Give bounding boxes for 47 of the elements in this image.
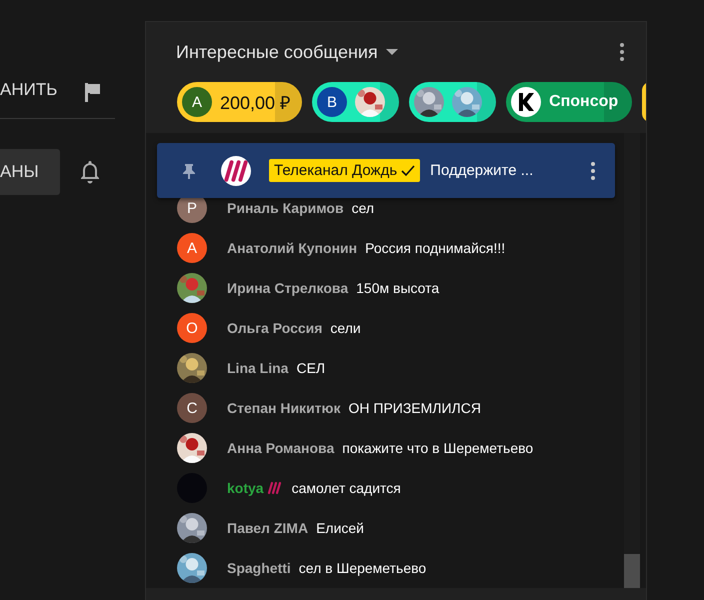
message-text: Поддержите ... — [430, 162, 534, 179]
message-text: Россия поднимайся!!! — [365, 240, 506, 256]
more-icon[interactable] — [591, 162, 595, 180]
author-name[interactable]: Ольга Россия — [227, 320, 322, 336]
avatar: B — [317, 87, 348, 117]
message-text: СЕЛ — [296, 360, 326, 376]
scrollbar-thumb[interactable] — [624, 554, 640, 588]
pinned-message[interactable]: Телеканал Дождь Поддержите ... — [157, 143, 615, 198]
author-name[interactable]: Риналь Каримов — [227, 200, 344, 216]
member-badge-icon — [266, 480, 284, 496]
avatar: A — [182, 87, 212, 117]
subscribe-button[interactable]: АНЫ — [0, 149, 60, 195]
author-name[interactable]: Lina Lina — [227, 360, 288, 376]
author-name[interactable]: Степан Никитюк — [227, 400, 340, 416]
channel-logo-icon — [221, 156, 251, 186]
author-name[interactable]: Анна Романова — [227, 440, 334, 456]
amount-text: 200,00 ₽ — [220, 92, 290, 114]
author-name[interactable]: Spaghetti — [227, 560, 291, 576]
message-text: 150м высота — [356, 280, 440, 296]
message-text: сели — [330, 320, 361, 336]
avatar: А — [177, 233, 207, 263]
bell-icon[interactable] — [79, 159, 101, 185]
caret-icon[interactable] — [386, 49, 398, 55]
message-text: самолет садится — [292, 480, 401, 496]
author-name[interactable]: kotya — [227, 480, 264, 496]
donation-chip[interactable]: A 200,00 ₽ — [177, 82, 302, 122]
avatar: С — [177, 393, 207, 423]
save-label[interactable]: АНИТЬ — [0, 80, 58, 100]
message-text: ОН ПРИЗЕМЛИЛСЯ — [348, 400, 481, 416]
author-name[interactable]: Анатолий Купонин — [227, 240, 358, 256]
member-text: Спонсор — [549, 93, 618, 111]
message-text: покажите что в Шереметьево — [342, 440, 534, 456]
pin-icon[interactable] — [183, 162, 195, 178]
author-name[interactable]: Ирина Стрелкова — [227, 280, 348, 296]
avatar: О — [177, 313, 207, 343]
author-name[interactable]: Павел ZIMA — [227, 520, 308, 536]
chat-title[interactable]: Интересные сообщения — [176, 42, 378, 62]
k-logo-icon — [511, 87, 542, 117]
sticker-chip[interactable] — [409, 82, 496, 122]
member-chip[interactable]: Спонсор — [506, 82, 632, 122]
sticker-chip[interactable]: B — [312, 82, 400, 122]
message-text: сел — [352, 200, 374, 216]
author-name[interactable]: Телеканал Дождь — [269, 159, 420, 182]
more-icon[interactable] — [620, 43, 624, 61]
message-text: Елисей — [316, 520, 364, 536]
message-text: сел в Шереметьево — [298, 560, 426, 576]
check-icon — [401, 164, 416, 176]
